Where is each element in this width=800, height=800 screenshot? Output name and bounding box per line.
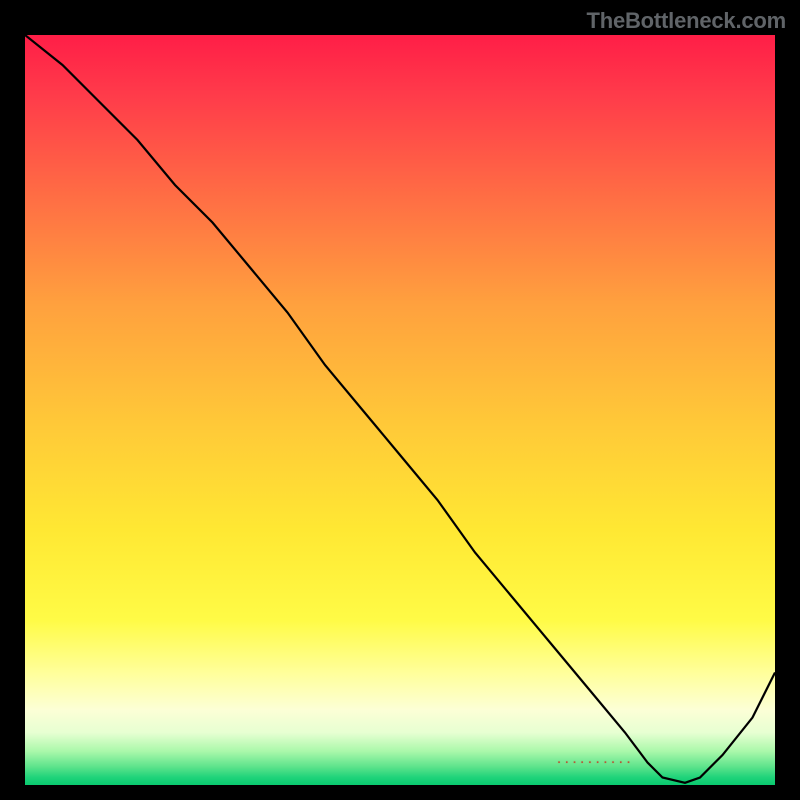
chart-frame: TheBottleneck.com · · · · · · · · · · [0,0,800,800]
bottleneck-curve [25,35,775,783]
plot-area: · · · · · · · · · · [25,35,775,785]
curve-layer [25,35,775,785]
watermark-text: TheBottleneck.com [586,8,786,34]
marker-label: · · · · · · · · · · [558,757,632,769]
